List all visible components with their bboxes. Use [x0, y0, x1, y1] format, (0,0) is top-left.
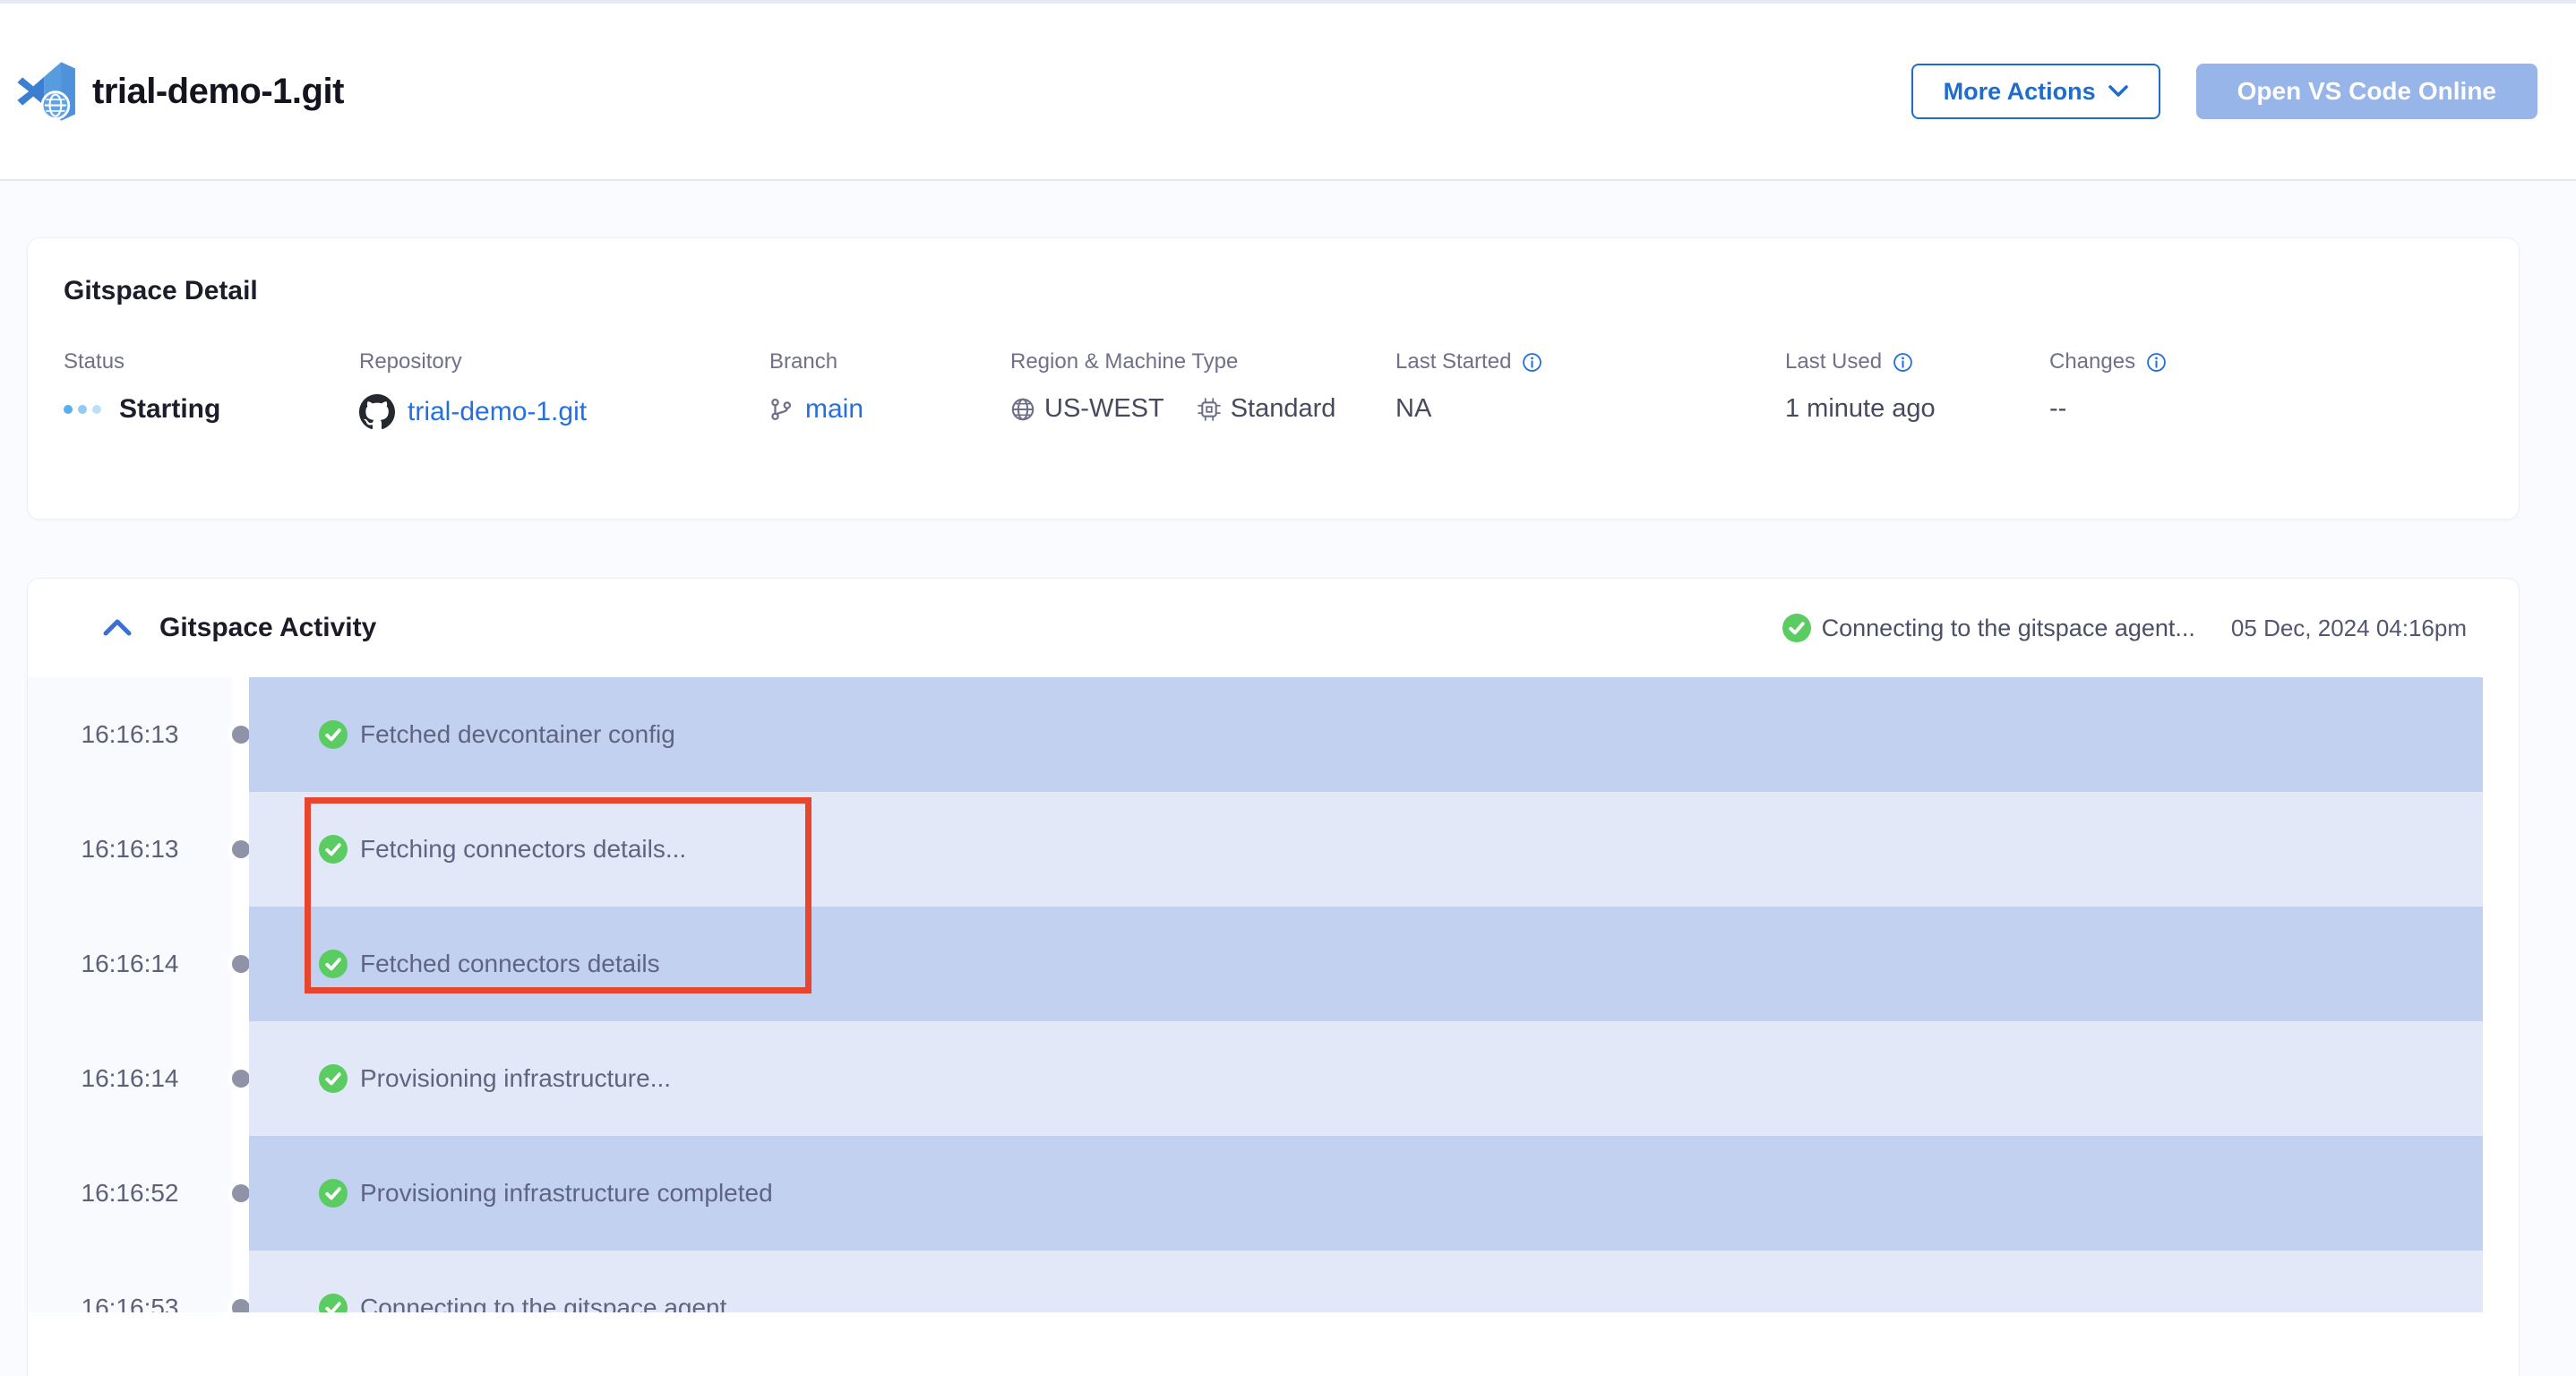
field-last-started: Last Started NA	[1395, 349, 1785, 430]
repository-link[interactable]: trial-demo-1.git	[408, 397, 587, 427]
repository-label: Repository	[359, 349, 769, 374]
chip-icon	[1197, 397, 1222, 422]
log-row: 16:16:13 Fetching connectors details...	[28, 792, 2519, 907]
last-used-value: 1 minute ago	[1785, 394, 2049, 424]
check-circle-icon	[319, 1294, 348, 1312]
log-time: 16:16:53	[28, 1251, 232, 1312]
field-last-used: Last Used 1 minute ago	[1785, 349, 2049, 430]
log-message: Fetched devcontainer config	[360, 720, 675, 749]
check-circle-icon	[319, 950, 348, 978]
loading-dots-icon	[64, 405, 101, 414]
detail-fields: Status Starting Repository trial-demo-1.…	[64, 349, 2483, 430]
gitspace-activity-card: Gitspace Activity Connecting to the gits…	[27, 578, 2520, 1376]
activity-log[interactable]: 16:16:13 Fetched devcontainer config 16:…	[28, 677, 2519, 1312]
log-message: Provisioning infrastructure completed	[360, 1179, 773, 1208]
field-region-machine: Region & Machine Type US-WEST	[1010, 349, 1395, 430]
timeline-dot	[232, 955, 250, 973]
globe-icon	[1010, 397, 1035, 422]
log-time: 16:16:14	[28, 907, 232, 1021]
last-started-value: NA	[1395, 394, 1785, 424]
timeline-dot	[232, 840, 250, 858]
more-actions-label: More Actions	[1944, 78, 2096, 106]
log-row: 16:16:13 Fetched devcontainer config	[28, 677, 2519, 792]
check-circle-icon	[319, 835, 348, 864]
log-row: 16:16:53 Connecting to the gitspace agen…	[28, 1251, 2519, 1312]
gitspace-detail-card: Gitspace Detail Status Starting Reposito…	[27, 237, 2520, 520]
field-status: Status Starting	[64, 349, 359, 430]
region-machine-label: Region & Machine Type	[1010, 349, 1395, 374]
check-circle-icon	[319, 720, 348, 749]
timeline-dot	[232, 1070, 250, 1088]
changes-label: Changes	[2049, 349, 2135, 374]
field-changes: Changes --	[2049, 349, 2483, 430]
log-message: Fetching connectors details...	[360, 835, 686, 864]
log-time: 16:16:52	[28, 1136, 232, 1251]
log-row: 16:16:14 Provisioning infrastructure...	[28, 1021, 2519, 1136]
last-started-label: Last Started	[1395, 349, 1511, 374]
log-row: 16:16:14 Fetched connectors details	[28, 907, 2519, 1021]
activity-status-text: Connecting to the gitspace agent...	[1822, 615, 2195, 642]
status-label: Status	[64, 349, 359, 374]
changes-value: --	[2049, 394, 2483, 424]
vscode-globe-icon	[13, 61, 80, 122]
log-message: Connecting to the gitspace agent	[360, 1294, 726, 1312]
timeline-dot	[232, 1299, 250, 1312]
log-time: 16:16:13	[28, 677, 232, 792]
last-used-label: Last Used	[1785, 349, 1882, 374]
activity-header: Gitspace Activity Connecting to the gits…	[28, 579, 2519, 677]
timeline-dot	[232, 1184, 250, 1202]
log-time: 16:16:13	[28, 792, 232, 907]
github-icon	[359, 394, 395, 430]
open-vscode-online-button[interactable]: Open VS Code Online	[2196, 64, 2537, 119]
page-header: trial-demo-1.git More Actions Open VS Co…	[0, 4, 2576, 181]
log-row: 16:16:52 Provisioning infrastructure com…	[28, 1136, 2519, 1251]
activity-title: Gitspace Activity	[159, 613, 376, 643]
git-branch-icon	[769, 397, 793, 422]
more-actions-button[interactable]: More Actions	[1911, 64, 2160, 119]
region-value: US-WEST	[1044, 394, 1164, 424]
branch-label: Branch	[769, 349, 1010, 374]
machine-type-value: Standard	[1231, 394, 1336, 424]
timeline-dot	[232, 726, 250, 744]
chevron-down-icon	[2108, 85, 2128, 98]
field-branch: Branch main	[769, 349, 1010, 430]
check-circle-icon	[319, 1064, 348, 1093]
open-vscode-online-label: Open VS Code Online	[2237, 77, 2496, 106]
status-value: Starting	[119, 394, 220, 425]
log-time: 16:16:14	[28, 1021, 232, 1136]
log-message: Provisioning infrastructure...	[360, 1064, 671, 1093]
check-circle-icon	[1782, 614, 1811, 642]
branch-link[interactable]: main	[805, 394, 863, 425]
log-message: Fetched connectors details	[360, 950, 660, 978]
check-circle-icon	[319, 1179, 348, 1208]
field-repository: Repository trial-demo-1.git	[359, 349, 769, 430]
info-icon[interactable]	[1522, 352, 1542, 373]
info-icon[interactable]	[1893, 352, 1913, 373]
info-icon[interactable]	[2146, 352, 2167, 373]
activity-timestamp: 05 Dec, 2024 04:16pm	[2231, 615, 2467, 642]
page-title: trial-demo-1.git	[92, 72, 344, 112]
chevron-up-icon[interactable]	[102, 617, 133, 639]
gitspace-detail-heading: Gitspace Detail	[64, 276, 2483, 306]
